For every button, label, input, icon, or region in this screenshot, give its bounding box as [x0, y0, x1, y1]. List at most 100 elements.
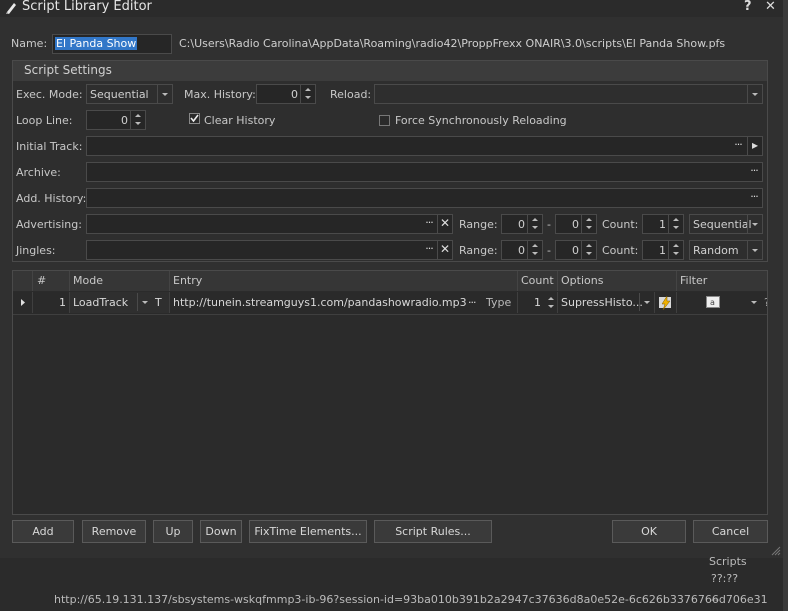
initial-track-label: Initial Track: [16, 140, 83, 153]
adv-mode-select[interactable]: Sequential [689, 214, 763, 234]
jin-mode-select[interactable]: Random [689, 240, 763, 260]
ellipsis-icon[interactable]: ··· [421, 241, 437, 259]
background-app: Scripts ??:?? http://65.19.131.137/sbsys… [0, 555, 788, 611]
table-row[interactable]: 1 LoadTrack T http://tunein.streamguys1.… [13, 292, 767, 315]
fixtime-elements-button[interactable]: FixTime Elements... [249, 520, 367, 543]
spinner-arrows-icon[interactable] [300, 85, 315, 103]
up-button[interactable]: Up [153, 520, 193, 543]
chevron-down-icon[interactable] [157, 85, 172, 103]
spinner-arrows-icon[interactable] [527, 241, 542, 259]
jin-range-dash: - [547, 244, 551, 257]
chevron-down-icon[interactable] [747, 293, 761, 311]
grid-header-count[interactable]: Count [518, 271, 558, 291]
close-button[interactable]: ✕ [765, 0, 776, 14]
row-filter[interactable]: a ? [677, 292, 767, 313]
advertising-label: Advertising: [16, 218, 82, 231]
row-mode-select[interactable]: LoadTrack T [70, 292, 170, 313]
script-settings-header: Script Settings [13, 61, 767, 81]
clear-history-label: Clear History [204, 114, 276, 127]
script-rules-button[interactable]: Script Rules... [374, 520, 492, 543]
chevron-down-icon[interactable] [639, 293, 654, 311]
spinner-arrows-icon[interactable] [545, 292, 557, 313]
row-mode-t[interactable]: T [155, 292, 162, 313]
adv-range-from-spinner[interactable]: 0 [501, 214, 543, 234]
reload-select[interactable] [374, 84, 763, 104]
add-history-input[interactable]: ··· [86, 188, 763, 208]
jin-count-label: Count: [602, 244, 639, 257]
loop-line-value: 0 [121, 114, 128, 127]
jingles-input[interactable]: ··· ✕ [86, 240, 453, 260]
row-options-value: SupressHisto... [561, 296, 643, 309]
window-title: Script Library Editor [22, 0, 152, 14]
row-number: 1 [33, 292, 70, 313]
script-settings-title: Script Settings [24, 63, 112, 77]
clear-icon[interactable]: ✕ [437, 215, 452, 233]
play-arrow-icon[interactable]: ▸ [747, 137, 762, 155]
ellipsis-icon[interactable]: ··· [746, 163, 762, 181]
resize-grip-icon[interactable] [770, 545, 781, 556]
loop-line-spinner[interactable]: 0 [86, 110, 146, 130]
ellipsis-icon[interactable]: ··· [468, 292, 476, 313]
remove-button[interactable]: Remove [82, 520, 146, 543]
chevron-down-icon[interactable] [747, 241, 762, 259]
chevron-down-icon[interactable] [747, 215, 762, 233]
grid-header-num[interactable]: # [33, 271, 70, 291]
jin-mode-value: Random [693, 244, 739, 257]
ok-button[interactable]: OK [612, 520, 686, 543]
jin-count-spinner[interactable]: 1 [642, 240, 684, 260]
chevron-down-icon[interactable] [137, 293, 152, 311]
ellipsis-icon[interactable]: ··· [421, 215, 437, 233]
max-history-value: 0 [291, 88, 298, 101]
exec-mode-value: Sequential [90, 88, 149, 101]
force-sync-checkbox[interactable] [379, 115, 390, 126]
advertising-input[interactable]: ··· ✕ [86, 214, 453, 234]
adv-count-label: Count: [602, 218, 639, 231]
row-count-spinner[interactable]: 1 [518, 292, 558, 313]
row-lightning-button[interactable] [655, 292, 677, 313]
clear-icon[interactable]: ✕ [437, 241, 452, 259]
row-entry[interactable]: http://tunein.streamguys1.com/pandashowr… [170, 292, 518, 313]
grid-header-mode[interactable]: Mode [70, 271, 170, 291]
row-entry-type[interactable]: Type [486, 292, 511, 313]
row-mode-value: LoadTrack [73, 296, 129, 309]
grid-header-filter[interactable]: Filter [677, 271, 767, 291]
adv-range-to-spinner[interactable]: 0 [555, 214, 597, 234]
script-library-editor-window: Script Library Editor ? ✕ Name: El Panda… [0, 0, 784, 558]
exec-mode-select[interactable]: Sequential [86, 84, 173, 104]
max-history-spinner[interactable]: 0 [256, 84, 316, 104]
script-entries-grid: # Mode Entry Count Options Filter 1 Load… [12, 270, 768, 515]
spinner-arrows-icon[interactable] [527, 215, 542, 233]
window-edge [783, 0, 788, 611]
name-input[interactable]: El Panda Show [52, 34, 172, 54]
down-button[interactable]: Down [200, 520, 242, 543]
cancel-button[interactable]: Cancel [693, 520, 768, 543]
add-history-label: Add. History: [16, 192, 87, 205]
jin-range-from-spinner[interactable]: 0 [501, 240, 543, 260]
help-button[interactable]: ? [744, 0, 752, 14]
force-sync-label: Force Synchronously Reloading [395, 114, 567, 127]
ellipsis-icon[interactable]: ··· [730, 137, 746, 155]
chevron-down-icon[interactable] [747, 85, 762, 103]
spinner-arrows-icon[interactable] [581, 215, 596, 233]
grid-header-entry[interactable]: Entry [170, 271, 518, 291]
row-pointer-icon [21, 299, 25, 306]
spinner-arrows-icon[interactable] [668, 241, 683, 259]
adv-range-dash: - [547, 218, 551, 231]
lightning-icon [659, 295, 671, 311]
archive-input[interactable]: ··· [86, 162, 763, 182]
spinner-arrows-icon[interactable] [668, 215, 683, 233]
clear-history-checkbox[interactable] [189, 113, 200, 124]
jin-range-to-spinner[interactable]: 0 [555, 240, 597, 260]
spinner-arrows-icon[interactable] [581, 241, 596, 259]
adv-count-spinner[interactable]: 1 [642, 214, 684, 234]
add-button[interactable]: Add [12, 520, 74, 543]
bg-scripts: Scripts [709, 555, 747, 568]
initial-track-input[interactable]: ··· ▸ [86, 136, 763, 156]
spinner-arrows-icon[interactable] [130, 111, 145, 129]
row-options-select[interactable]: SupressHisto... [558, 292, 655, 313]
ellipsis-icon[interactable]: ··· [746, 189, 762, 207]
row-count-value: 1 [534, 296, 541, 309]
row-filter-help[interactable]: ? [764, 292, 767, 313]
grid-header-indicator [13, 271, 33, 291]
grid-header-options[interactable]: Options [558, 271, 677, 291]
